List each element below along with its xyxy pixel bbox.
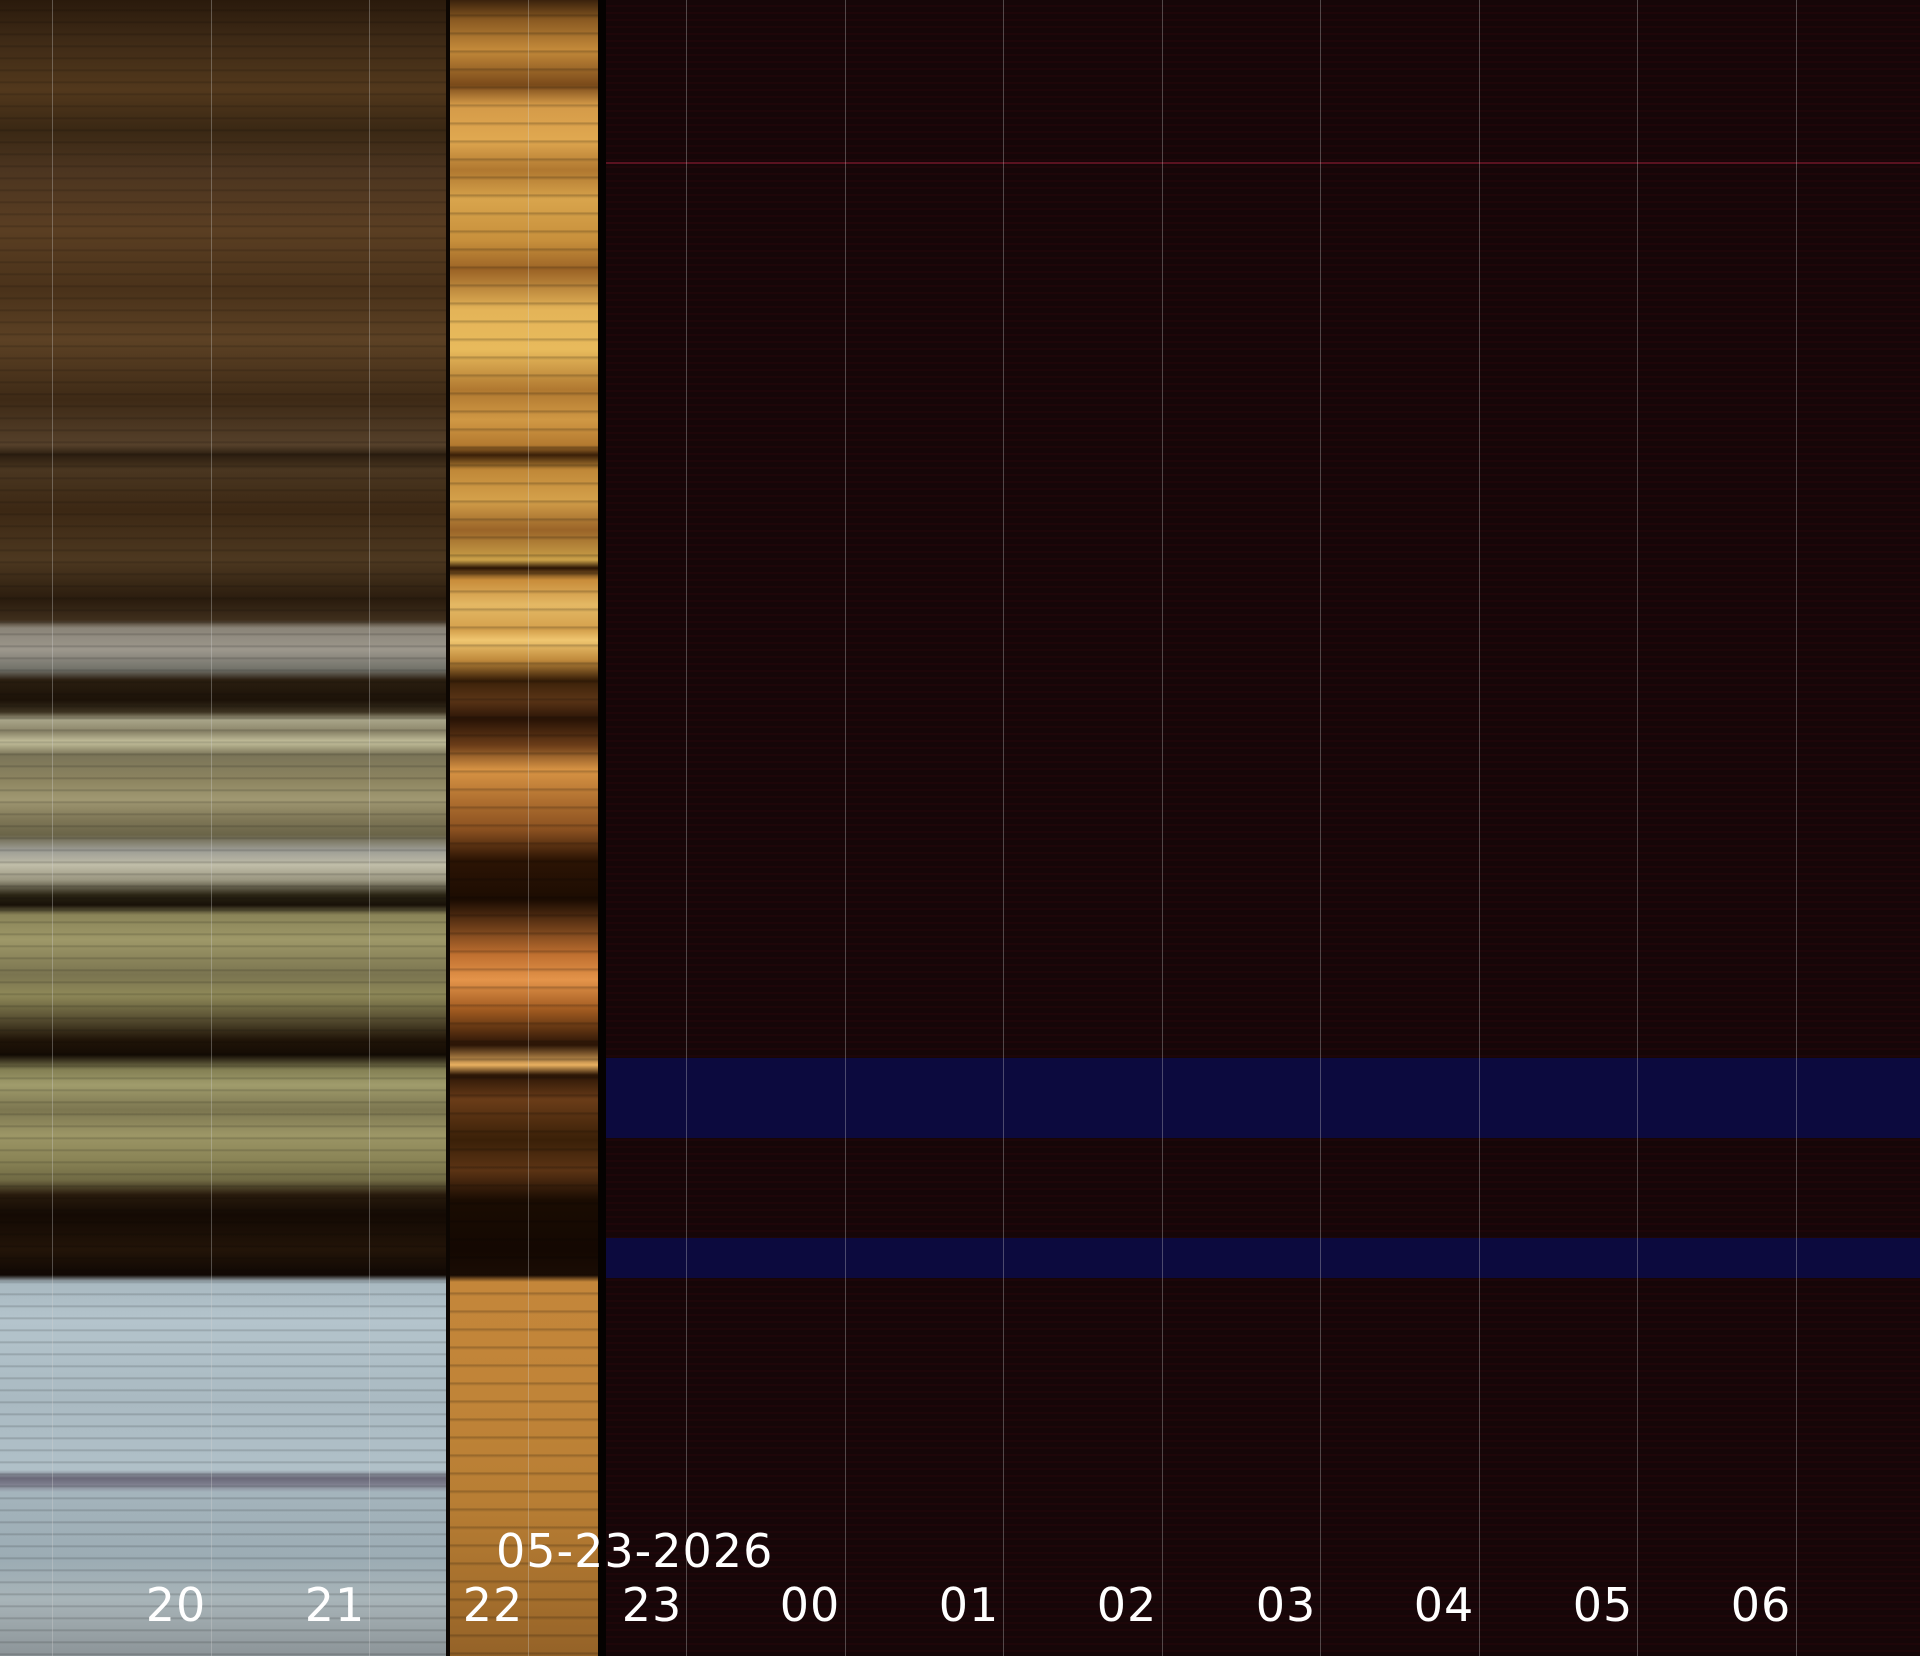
hour-grid-line [528,0,529,1656]
hour-label: 22 [462,1578,524,1632]
hour-label: 02 [1096,1578,1158,1632]
night-panel [606,0,1920,1656]
twilight-panel [450,0,598,1656]
hour-label: 04 [1413,1578,1475,1632]
hour-grid-line [686,0,687,1656]
keogram-image: 05-23-2026 20 21 22 23 00 01 02 03 04 05 06 [0,0,1920,1656]
hour-grid-line [1796,0,1797,1656]
night-blue-band [606,1058,1920,1138]
daylight-panel [0,0,446,1656]
night-red-streak [606,162,1920,164]
night-blue-band [606,1238,1920,1278]
hour-label: 06 [1730,1578,1792,1632]
hour-label: 01 [938,1578,1000,1632]
hour-grid-line [369,0,370,1656]
hour-grid-line [211,0,212,1656]
date-label: 05-23-2026 [496,1524,774,1578]
hour-label: 00 [779,1578,841,1632]
hour-label: 05 [1572,1578,1634,1632]
hour-label: 03 [1255,1578,1317,1632]
hour-grid-line [1003,0,1004,1656]
hour-grid-line [1637,0,1638,1656]
hour-label: 20 [145,1578,207,1632]
hour-grid-line [1479,0,1480,1656]
hour-label: 23 [621,1578,683,1632]
hour-grid-line [1320,0,1321,1656]
hour-grid-line [1162,0,1163,1656]
hour-grid-line [845,0,846,1656]
hour-grid-line [52,0,53,1656]
hour-label: 21 [304,1578,366,1632]
panel-divider [598,0,606,1656]
